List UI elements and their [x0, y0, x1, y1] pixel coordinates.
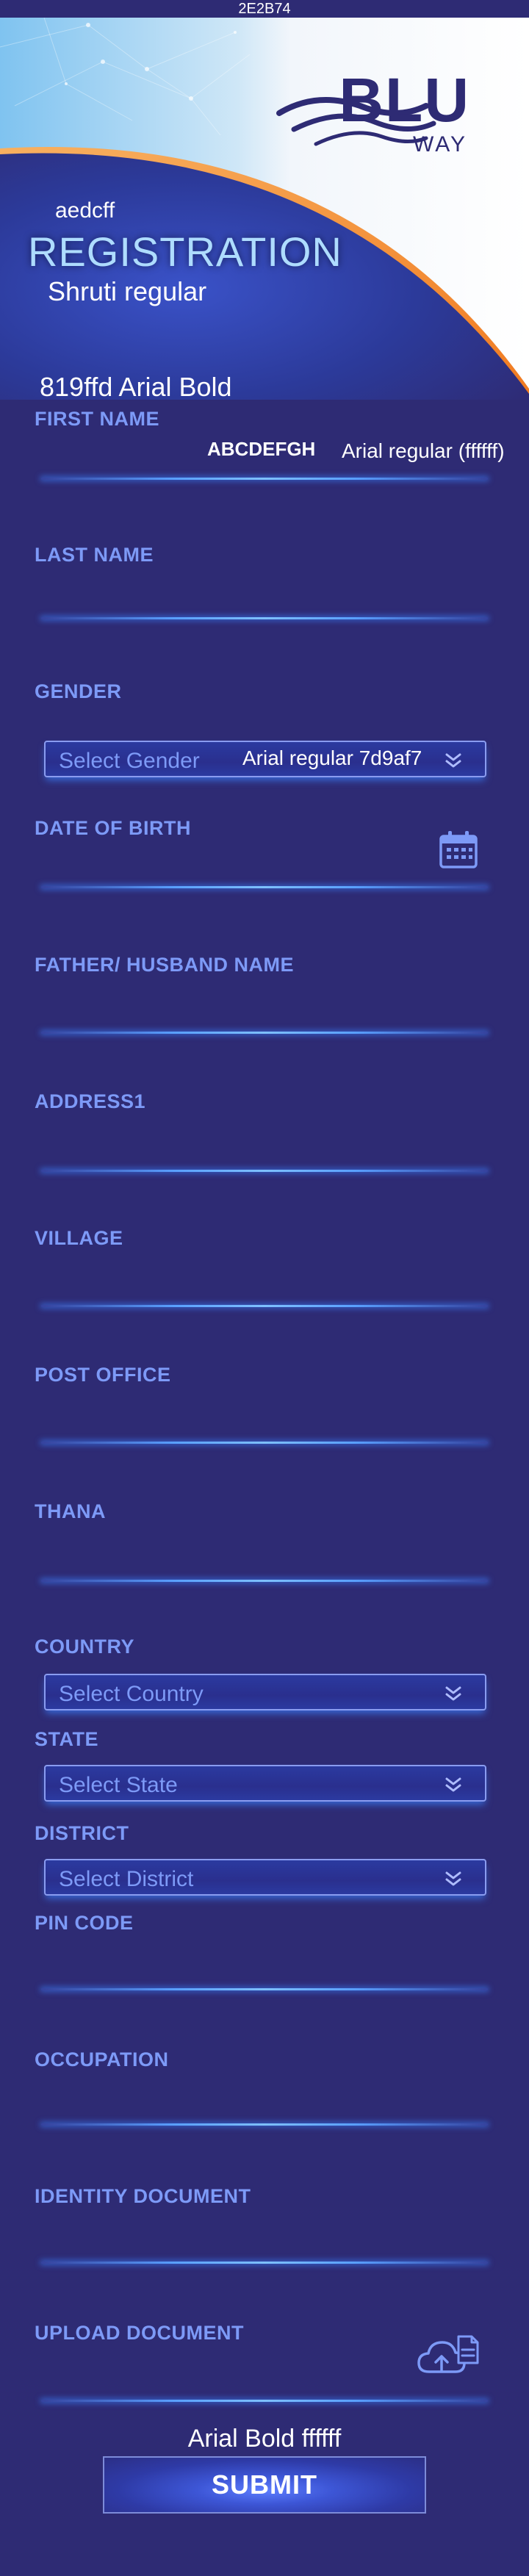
- address1-input[interactable]: [41, 1170, 488, 1172]
- identity-document-input[interactable]: [41, 2262, 488, 2264]
- chevron-double-down-icon: [445, 1686, 461, 1701]
- occupation-input[interactable]: [41, 2123, 488, 2126]
- chevron-double-down-icon: [445, 1871, 461, 1886]
- label-identity-document: IDENTITY DOCUMENT: [35, 2185, 251, 2207]
- page-title: REGISTRATION: [28, 229, 342, 275]
- label-country: COUNTRY: [35, 1636, 134, 1658]
- country-select[interactable]: Select Country: [44, 1674, 486, 1710]
- logo-subtext: WAY: [413, 132, 467, 156]
- submit-button[interactable]: SUBMIT: [103, 2456, 426, 2514]
- font-note-arial-regular: Arial regular (ffffff): [342, 439, 505, 462]
- label-thana: THANA: [35, 1500, 106, 1522]
- label-date-of-birth: DATE OF BIRTH: [35, 817, 191, 839]
- page-subtitle: Shruti regular: [48, 276, 207, 306]
- chevron-double-down-icon: [445, 753, 461, 768]
- label-father-husband-name: FATHER/ HUSBAND NAME: [35, 954, 294, 976]
- label-post-office: POST OFFICE: [35, 1364, 171, 1386]
- label-state: STATE: [35, 1728, 98, 1750]
- label-village: VILLAGE: [35, 1227, 123, 1249]
- post-office-input[interactable]: [41, 1442, 488, 1444]
- label-district: DISTRICT: [35, 1822, 129, 1844]
- label-last-name: LAST NAME: [35, 544, 154, 566]
- chevron-double-down-icon: [445, 1777, 461, 1792]
- pin-code-input[interactable]: [41, 1988, 488, 1990]
- cloud-upload-icon[interactable]: [416, 2334, 481, 2379]
- label-upload-document: UPLOAD DOCUMENT: [35, 2322, 244, 2344]
- district-select[interactable]: Select District: [44, 1859, 486, 1896]
- father-husband-name-input[interactable]: [41, 1032, 488, 1034]
- upload-document-input[interactable]: [41, 2400, 488, 2402]
- last-name-input[interactable]: [41, 617, 488, 619]
- label-gender: GENDER: [35, 680, 122, 702]
- header-hero: BLU WAY aedcff REGISTRATION Shruti regul…: [0, 18, 529, 400]
- date-of-birth-input[interactable]: [41, 886, 488, 888]
- font-note-select: Arial regular 7d9af7: [242, 746, 422, 769]
- village-input[interactable]: [41, 1305, 488, 1307]
- font-sample-abcdefgh: ABCDEFGH: [207, 438, 316, 460]
- font-note-submit: Arial Bold ffffff: [187, 2425, 342, 2453]
- state-select-value: Select State: [59, 1773, 178, 1797]
- header-note: aedcff: [55, 198, 115, 223]
- label-address1: ADDRESS1: [35, 1090, 146, 1112]
- thana-input[interactable]: [41, 1580, 488, 1582]
- label-occupation: OCCUPATION: [35, 2048, 169, 2070]
- logo-text: BLU: [339, 65, 470, 134]
- label-pin-code: PIN CODE: [35, 1912, 134, 1934]
- status-bar: 2E2B74: [0, 0, 529, 18]
- country-select-value: Select Country: [59, 1682, 204, 1706]
- brand-logo: BLU WAY: [272, 62, 478, 179]
- calendar-icon[interactable]: [438, 829, 479, 870]
- font-note-first-name: 819ffd Arial Bold: [40, 372, 232, 402]
- state-select[interactable]: Select State: [44, 1765, 486, 1802]
- label-first-name: FIRST NAME: [35, 408, 159, 430]
- first-name-input[interactable]: [41, 478, 488, 480]
- gender-select-value: Select Gender: [59, 749, 200, 773]
- district-select-value: Select District: [59, 1867, 194, 1891]
